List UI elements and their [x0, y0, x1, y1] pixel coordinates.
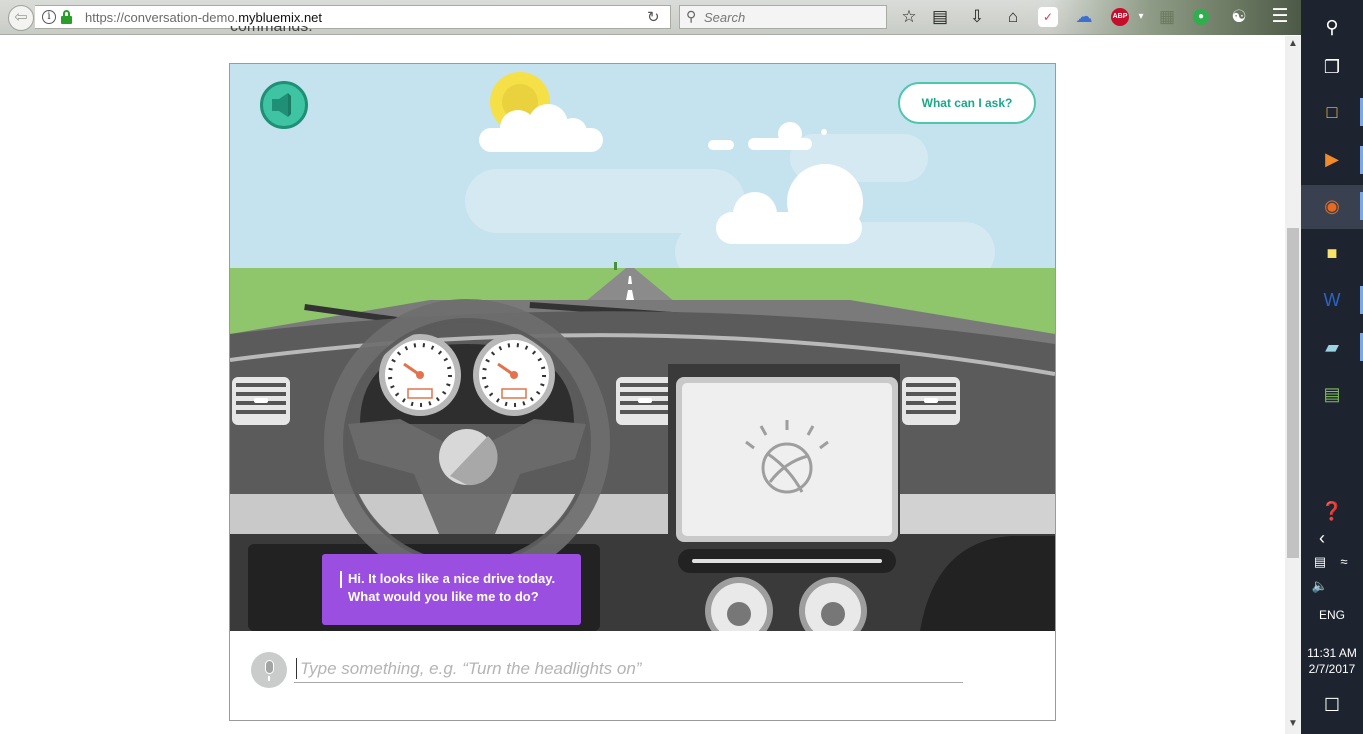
lock-icon[interactable]	[61, 10, 72, 24]
word-icon[interactable]: W	[1317, 285, 1347, 315]
info-icon[interactable]: i	[42, 10, 56, 24]
back-icon[interactable]: ⇦	[8, 5, 34, 31]
air-vent	[616, 377, 674, 425]
volume-icon[interactable]: 🔈	[1305, 571, 1335, 601]
reload-icon[interactable]: ↻	[647, 8, 660, 26]
help-icon[interactable]: ❓	[1317, 496, 1347, 526]
extension-icon[interactable]: ▦	[1157, 7, 1177, 27]
chat-message: Hi. It looks like a nice drive today. Wh…	[322, 554, 581, 625]
search-placeholder: Search	[704, 10, 746, 25]
infotainment-screen-inner	[682, 383, 892, 536]
url-prefix: https://conversation-demo.	[85, 10, 239, 25]
air-vent	[232, 377, 290, 425]
green-extension-icon[interactable]: ●	[1193, 9, 1209, 25]
conversation-demo-frame: What can I ask? Hi. It looks like a nice…	[229, 63, 1056, 721]
search-icon[interactable]: ⚲	[1317, 12, 1347, 42]
search-bar[interactable]: ⚲ Search	[679, 5, 887, 29]
microphone-icon	[265, 660, 274, 674]
sticky-notes-icon[interactable]: ■	[1317, 238, 1347, 268]
home-icon[interactable]: ⌂	[1003, 7, 1023, 27]
pocket-icon[interactable]: ✓	[1038, 7, 1058, 27]
speaker-icon	[272, 93, 291, 117]
message-indicator	[340, 571, 342, 588]
action-center-icon[interactable]: ☐	[1317, 690, 1347, 720]
scroll-down-icon[interactable]: ▼	[1285, 718, 1301, 732]
scroll-up-icon[interactable]: ▲	[1285, 38, 1301, 52]
file-explorer-icon[interactable]: □	[1317, 97, 1347, 127]
scroll-thumb[interactable]	[1287, 228, 1299, 558]
task-view-icon[interactable]: ❐	[1317, 52, 1347, 82]
speaker-button[interactable]	[260, 81, 308, 129]
adblock-dropdown-icon[interactable]: ▾	[1131, 7, 1151, 27]
url-bar[interactable]: i https://conversation-demo.mybluemix.ne…	[35, 5, 671, 29]
language-indicator[interactable]: ENG	[1301, 608, 1363, 622]
weather-icon[interactable]: ☁	[1074, 7, 1094, 27]
console-slot-light	[692, 559, 882, 563]
microphone-stand	[268, 676, 270, 681]
right-panel	[900, 494, 1055, 534]
firefox-icon[interactable]: ◉	[1317, 191, 1347, 221]
cut-off-text: commands.	[230, 26, 313, 35]
chat-message-line2: What would you like me to do?	[348, 589, 539, 604]
car-dashboard-scene	[230, 64, 1055, 631]
download-icon[interactable]: ⇩	[967, 7, 987, 27]
bookmark-star-icon[interactable]: ☆	[899, 7, 919, 27]
what-can-i-ask-button[interactable]: What can I ask?	[898, 82, 1036, 124]
globe-icon[interactable]: ☯	[1229, 7, 1249, 27]
search-icon: ⚲	[686, 8, 697, 24]
text-cursor	[296, 658, 297, 679]
media-player-icon[interactable]: ▶	[1317, 144, 1347, 174]
adblock-icon[interactable]: ABP	[1111, 8, 1129, 26]
reading-list-icon[interactable]: ▤	[930, 7, 950, 27]
message-input-area	[230, 631, 1055, 720]
air-vent	[902, 377, 960, 425]
tree	[614, 262, 617, 270]
url-text[interactable]: https://conversation-demo.mybluemix.net	[85, 10, 322, 25]
menu-icon[interactable]: ☰	[1270, 7, 1290, 27]
page-scrollbar[interactable]: ▲ ▼	[1285, 36, 1301, 734]
chat-message-line1: Hi. It looks like a nice drive today.	[348, 571, 556, 586]
browser-toolbar: ⇦ i https://conversation-demo.mybluemix.…	[0, 0, 1301, 35]
chart-app-icon[interactable]: ▤	[1317, 379, 1347, 409]
eraser-app-icon[interactable]: ▰	[1317, 332, 1347, 362]
microphone-button[interactable]	[251, 652, 287, 688]
url-domain: mybluemix.net	[238, 10, 323, 25]
message-input[interactable]	[294, 655, 963, 683]
clock-time[interactable]: 11:31 AM	[1301, 646, 1363, 660]
windows-taskbar: ⚲ ❐ □ ▶ ◉ ■ W ▰ ▤ ❓ ‹ ▤ ≈ 🔈 ENG 11:31 AM…	[1301, 0, 1363, 734]
clock-date[interactable]: 2/7/2017	[1301, 662, 1363, 676]
